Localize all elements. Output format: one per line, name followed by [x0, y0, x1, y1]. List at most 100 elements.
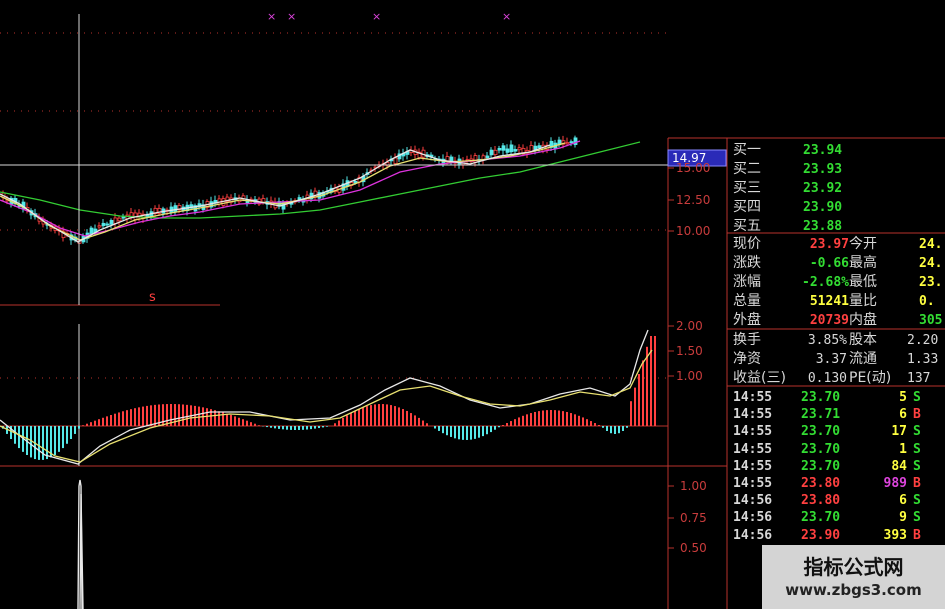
candle-body — [97, 225, 102, 228]
candle-body — [517, 147, 522, 151]
macd-bar — [530, 413, 532, 426]
trade-time: 14:56 — [733, 510, 773, 526]
trade-volume: 9 — [899, 510, 907, 526]
macd-bar — [522, 415, 524, 426]
candle-body — [105, 223, 110, 226]
macd-bar — [418, 417, 420, 426]
macd-bar — [314, 426, 316, 429]
fund-label: PE(动) — [849, 370, 892, 386]
quote-label: 最高 — [849, 255, 877, 271]
macd-bar — [442, 426, 444, 434]
macd-bar — [242, 419, 244, 426]
watermark: 指标公式网 www.zbgs3.com — [762, 545, 945, 609]
quote-value: 51241 — [809, 294, 849, 309]
macd-bar — [358, 409, 360, 426]
macd-bar — [402, 409, 404, 426]
macd-bar — [610, 426, 612, 434]
price-tick-1: 15.00 — [676, 161, 710, 175]
trade-price: 23.80 — [801, 493, 841, 509]
price-tick-2: 12.50 — [676, 193, 710, 207]
macd-bar — [246, 420, 248, 426]
trade-volume: 6 — [899, 407, 907, 423]
trade-side: S — [913, 390, 921, 405]
macd-bar — [70, 426, 72, 440]
macd-bar — [446, 426, 448, 436]
macd-bar — [562, 411, 564, 426]
macd-bar — [542, 410, 544, 426]
macd-bar — [266, 426, 268, 428]
trade-volume: 989 — [883, 476, 907, 491]
bid-label: 买五 — [733, 218, 761, 234]
macd-bar — [306, 426, 308, 430]
bid-price: 23.88 — [803, 219, 843, 234]
macd-bar — [382, 404, 384, 426]
macd-bar — [258, 425, 260, 426]
macd-bar — [654, 336, 656, 426]
candle-body — [449, 156, 454, 162]
macd-bar — [582, 417, 584, 426]
macd-bar — [538, 411, 540, 426]
macd-bar — [78, 426, 80, 429]
candle-body — [501, 145, 506, 151]
macd-bar — [630, 401, 632, 426]
macd-bar — [118, 412, 120, 426]
macd-bar — [482, 426, 484, 437]
macd-bar — [546, 410, 548, 426]
macd-bar — [238, 417, 240, 426]
macd-bar — [282, 426, 284, 430]
macd-bar — [554, 410, 556, 426]
candle-body — [393, 157, 398, 165]
quote-value: 305 — [919, 313, 943, 328]
macd-bar — [470, 426, 472, 440]
trade-volume: 1 — [899, 441, 907, 457]
macd-bar — [126, 410, 128, 426]
macd-bar — [322, 426, 324, 428]
macd-bar — [394, 406, 396, 426]
macd-bar — [134, 408, 136, 426]
macd-bar — [386, 404, 388, 426]
macd-bar — [94, 420, 96, 426]
macd-bar — [234, 416, 236, 426]
macd-bar — [534, 411, 536, 426]
macd-bar — [250, 422, 252, 426]
fund-label: 净资 — [733, 351, 761, 367]
macd-bar — [218, 411, 220, 426]
macd-bar — [598, 424, 600, 426]
fund-label: 股本 — [849, 332, 877, 348]
candle-body — [537, 145, 542, 149]
macd-bar — [18, 426, 20, 449]
macd-bar — [390, 405, 392, 426]
ma-magenta — [0, 140, 581, 237]
trade-price: 23.70 — [801, 424, 841, 440]
trade-time: 14:55 — [733, 441, 773, 457]
macd-bar — [602, 426, 604, 428]
macd-bar — [594, 423, 596, 426]
macd-bar — [194, 405, 196, 426]
macd-bar — [46, 426, 48, 460]
signal-label: s — [149, 290, 156, 305]
fund-value: 137 — [907, 371, 931, 386]
macd-bar — [498, 426, 500, 428]
macd-bar — [58, 426, 60, 452]
macd-bar — [338, 420, 340, 426]
macd-bar — [254, 423, 256, 426]
macd-bar — [378, 404, 380, 426]
candle-body — [493, 149, 498, 156]
quote-value: 23. — [919, 275, 943, 290]
macd-bar — [14, 426, 16, 444]
candle-body — [109, 219, 114, 225]
macd-bar — [298, 426, 300, 430]
top-markers: × × × × — [267, 10, 511, 23]
macd-bar — [346, 415, 348, 426]
macd-bar — [150, 405, 152, 426]
macd-bar — [550, 410, 552, 426]
macd-bar — [642, 360, 644, 426]
macd-bar — [354, 410, 356, 426]
macd-bar — [302, 426, 304, 430]
macd-bar — [270, 426, 272, 428]
macd-bar — [122, 411, 124, 426]
macd-bar — [510, 421, 512, 426]
macd-bar — [370, 405, 372, 426]
macd-bar — [230, 415, 232, 426]
volume-tick-1: 1.00 — [680, 479, 707, 493]
